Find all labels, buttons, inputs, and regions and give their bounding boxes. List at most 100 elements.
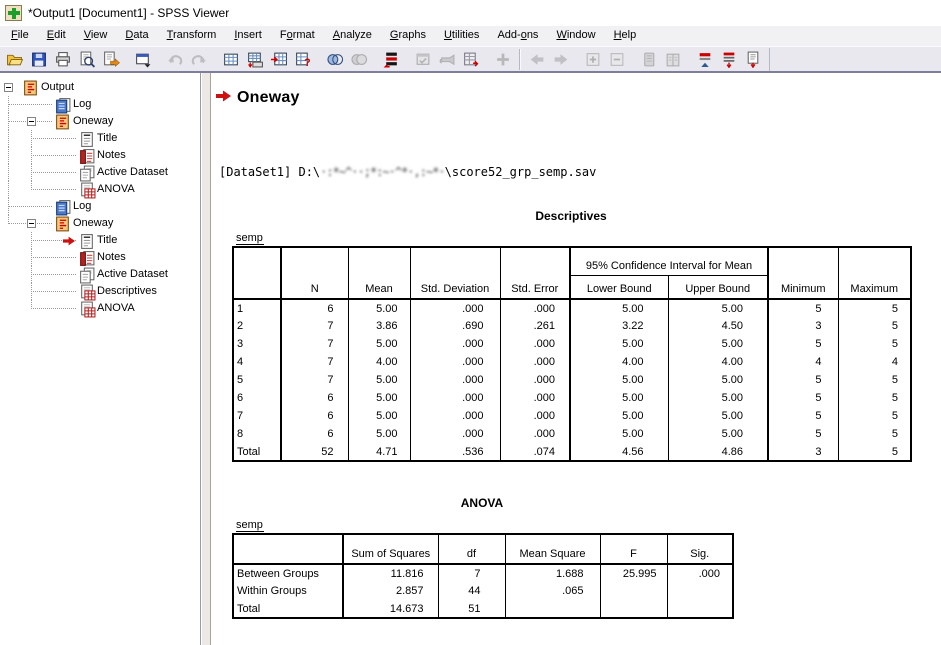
expand-button[interactable]	[581, 48, 605, 71]
cell: 4.86	[668, 443, 768, 461]
cell: 7	[281, 371, 348, 389]
menu-window[interactable]: Window	[547, 26, 604, 46]
row-label: 3	[233, 335, 281, 353]
designate-window-icon	[414, 51, 432, 68]
collapse-expand-box[interactable]	[27, 219, 36, 228]
redo-icon	[190, 51, 208, 68]
tree-connector-line	[31, 274, 76, 275]
cell: .000	[410, 389, 500, 407]
menu-insert[interactable]: Insert	[225, 26, 271, 46]
tree-guide-line	[8, 130, 9, 147]
goto-output-button[interactable]	[459, 48, 483, 71]
pane-splitter[interactable]	[201, 73, 211, 645]
cell: .000	[410, 425, 500, 443]
tree-item-active-dataset[interactable]: Active Dataset	[2, 266, 200, 283]
cell: 6	[281, 299, 348, 317]
tree-item-output[interactable]: Output	[2, 79, 200, 96]
row-label: Total	[233, 443, 281, 461]
open-file-button[interactable]	[3, 48, 27, 71]
tree-item-oneway[interactable]: Oneway	[2, 215, 200, 232]
col-header: Lower Bound	[570, 275, 668, 299]
tree-item-anova[interactable]: ANOVA	[2, 300, 200, 317]
row-label: 7	[233, 407, 281, 425]
ci-group-header: 95% Confidence Interval for Mean	[570, 247, 768, 275]
demote-button[interactable]	[549, 48, 573, 71]
procedure-icon	[54, 114, 70, 129]
cell: 14.673	[343, 600, 438, 618]
recall-dialogs-button[interactable]	[131, 48, 155, 71]
expand-icon	[584, 51, 602, 68]
tree-item-title[interactable]: Title	[2, 130, 200, 147]
use-all-variables-button[interactable]	[347, 48, 371, 71]
cell: 6	[281, 425, 348, 443]
demote-icon	[552, 51, 570, 68]
show-button[interactable]	[637, 48, 661, 71]
variable-info-button[interactable]: ?	[291, 48, 315, 71]
tree-item-log[interactable]: Log	[2, 198, 200, 215]
export-output-button[interactable]	[99, 48, 123, 71]
anova-grid: Sum of SquaresdfMean SquareFSig.Between …	[232, 533, 734, 619]
tree-item-log[interactable]: Log	[2, 96, 200, 113]
promote-button[interactable]	[525, 48, 549, 71]
insert-heading-icon	[720, 51, 738, 68]
descriptives-table[interactable]: NMeanStd. DeviationStd. Error95% Confide…	[232, 246, 941, 462]
redo-button[interactable]	[187, 48, 211, 71]
col-header: N	[281, 247, 348, 299]
menu-utilities[interactable]: Utilities	[435, 26, 488, 46]
goto-case-button[interactable]	[243, 48, 267, 71]
cell: 4.56	[570, 443, 668, 461]
use-variable-sets-button[interactable]	[323, 48, 347, 71]
tree-item-active-dataset[interactable]: Active Dataset	[2, 164, 200, 181]
tree-item-notes[interactable]: Notes	[2, 147, 200, 164]
col-header: Sum of Squares	[343, 534, 438, 564]
hide-button[interactable]	[661, 48, 685, 71]
insert-text-button[interactable]	[741, 48, 765, 71]
menu-add-ons[interactable]: Add-ons	[488, 26, 547, 46]
menu-analyze[interactable]: Analyze	[324, 26, 381, 46]
goto-variable-button[interactable]	[267, 48, 291, 71]
undo-button[interactable]	[163, 48, 187, 71]
tree-item-notes[interactable]: Notes	[2, 249, 200, 266]
select-last-output-button[interactable]	[379, 48, 403, 71]
row-label: 6	[233, 389, 281, 407]
descriptives-grid: NMeanStd. DeviationStd. Error95% Confide…	[232, 246, 912, 462]
insert-object-button[interactable]	[491, 48, 515, 71]
col-header: F	[600, 534, 667, 564]
designate-window-button[interactable]	[411, 48, 435, 71]
collapse-button[interactable]	[605, 48, 629, 71]
cell: .000	[410, 335, 500, 353]
insert-object-icon	[494, 51, 512, 68]
tree-item-label: Oneway	[73, 217, 113, 229]
menu-graphs[interactable]: Graphs	[381, 26, 435, 46]
tree-item-descriptives[interactable]: Descriptives	[2, 283, 200, 300]
menu-file[interactable]: File	[2, 26, 38, 46]
menu-transform[interactable]: Transform	[158, 26, 226, 46]
collapse-expand-box[interactable]	[27, 117, 36, 126]
tree-item-anova[interactable]: ANOVA	[2, 181, 200, 198]
menu-data[interactable]: Data	[116, 26, 157, 46]
tree-connector-line	[31, 172, 76, 173]
outline-collapse-button[interactable]	[693, 48, 717, 71]
tree-item-title[interactable]: Title	[2, 232, 200, 249]
insert-heading-button[interactable]	[717, 48, 741, 71]
goto-output-icon	[462, 51, 480, 68]
print-button[interactable]	[51, 48, 75, 71]
row-label: 1	[233, 299, 281, 317]
goto-data-button[interactable]	[219, 48, 243, 71]
save-button[interactable]	[27, 48, 51, 71]
spss-viewer-window: *Output1 [Document1] - SPSS Viewer FileE…	[0, 0, 941, 645]
menu-help[interactable]: Help	[605, 26, 646, 46]
tree-item-label: Active Dataset	[97, 268, 168, 280]
tree-item-label: Active Dataset	[97, 166, 168, 178]
anova-table[interactable]: Sum of SquaresdfMean SquareFSig.Between …	[232, 533, 941, 619]
title-bar: *Output1 [Document1] - SPSS Viewer	[0, 0, 941, 26]
collapse-expand-box[interactable]	[4, 83, 13, 92]
tree-item-oneway[interactable]: Oneway	[2, 113, 200, 130]
menu-format[interactable]: Format	[271, 26, 324, 46]
show-navigator-button[interactable]	[435, 48, 459, 71]
cell: .536	[410, 443, 500, 461]
menu-view[interactable]: View	[75, 26, 117, 46]
cell: 5	[768, 389, 838, 407]
print-preview-button[interactable]	[75, 48, 99, 71]
menu-edit[interactable]: Edit	[38, 26, 75, 46]
